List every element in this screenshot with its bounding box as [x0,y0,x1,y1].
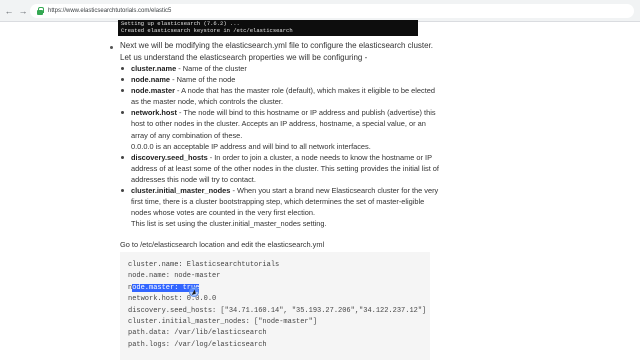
code-line: node.name: node-master [128,272,221,281]
property-list: cluster.name - Name of the cluster node.… [120,63,440,229]
code-line: path.data: /var/lib/elasticsearch [128,329,267,338]
property-name: node.name [131,75,171,85]
property-note: This list is set using the cluster.initi… [131,219,327,229]
list-item: network.host - The node will bind to thi… [120,107,440,151]
intro-line: Next we will be modifying the elasticsea… [120,41,434,50]
list-item: cluster.initial_master_nodes - When you … [120,185,440,229]
code-line: discovery.seed_hosts: ["34.71.160.14", "… [128,306,427,315]
code-line: cluster.name: Elasticsearchtutorials [128,261,280,269]
bullet-icon [121,111,124,115]
property-note: 0.0.0.0 is an acceptable IP address and … [131,141,371,151]
bullet-icon [110,46,113,49]
property-name: cluster.name [131,64,177,73]
code-line: path.logs: /var/log/elasticsearch [128,340,267,349]
property-name: node.master [131,86,175,96]
property-name: network.host [131,108,177,118]
article-content: Next we will be modifying the elasticsea… [0,0,640,360]
mouse-cursor-icon [189,287,199,297]
code-line: node.master: true [128,283,430,294]
list-item: discovery.seed_hosts - In order to join … [120,152,440,185]
instruction-text: Go to /etc/elasticsearch location and ed… [120,240,325,249]
list-item: cluster.name - Name of the cluster [120,63,440,74]
list-item: node.name - Name of the node [120,74,440,85]
bullet-icon [121,78,124,82]
property-name: cluster.initial_master_nodes [131,186,231,196]
bullet-icon [121,189,124,193]
code-line: cluster.initial_master_nodes: ["node-mas… [128,318,318,327]
list-item: node.master - A node that has the master… [120,85,440,107]
bullet-icon [121,155,124,159]
bullet-icon [121,89,124,93]
code-block[interactable]: cluster.name: Elasticsearchtutorials nod… [120,252,430,360]
code-line: network.host: 0.0.0.0 [128,295,217,304]
property-desc: - Name of the cluster [176,64,247,73]
property-desc: - A node that has the master role (defau… [131,86,435,107]
property-name: discovery.seed_hosts [131,152,208,162]
property-desc: - The node will bind to this hostname or… [131,108,436,140]
bullet-icon [121,67,124,70]
property-desc: - Name of the node [170,75,236,85]
